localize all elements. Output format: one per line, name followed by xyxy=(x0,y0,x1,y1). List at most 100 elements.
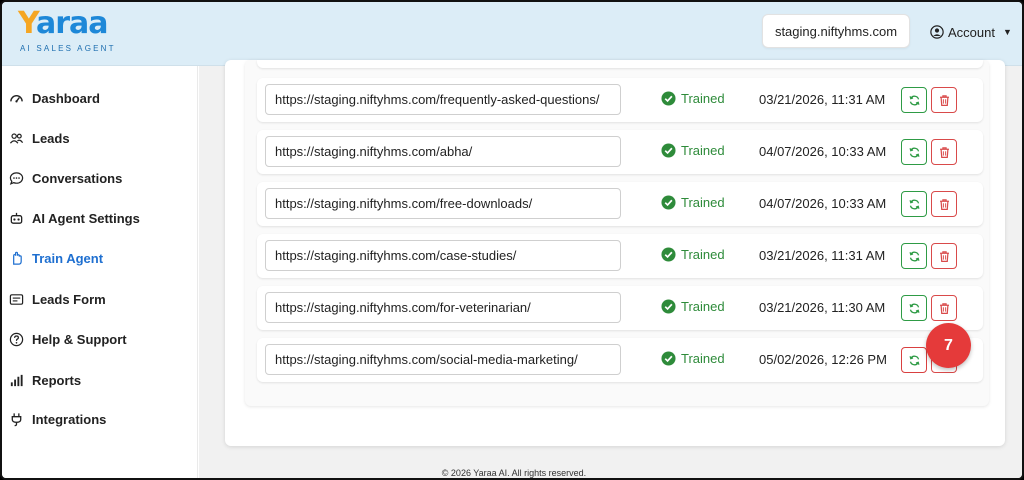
sidebar-item-integrations[interactable]: Integrations xyxy=(8,408,106,430)
retrain-button[interactable] xyxy=(901,87,927,113)
status-label: Trained xyxy=(681,247,725,262)
retrain-button[interactable] xyxy=(901,139,927,165)
sidebar-item-leads-form[interactable]: Leads Form xyxy=(8,288,106,310)
sidebar-item-label: Integrations xyxy=(32,411,107,427)
logo-wordmark: Yaraa xyxy=(18,6,109,41)
sidebar-item-label: Conversations xyxy=(32,170,123,186)
page-url-field[interactable]: https://staging.niftyhms.com/case-studie… xyxy=(265,240,621,271)
check-circle-icon xyxy=(661,247,676,262)
users-icon xyxy=(8,130,24,146)
check-circle-icon xyxy=(661,195,676,210)
brand-logo[interactable]: Yaraa AI SALES AGENT xyxy=(16,4,126,60)
delete-button[interactable] xyxy=(931,87,957,113)
refresh-icon xyxy=(909,95,919,105)
sidebar-item-leads[interactable]: Leads xyxy=(8,127,70,149)
delete-button[interactable] xyxy=(931,139,957,165)
trained-date: 03/21/2026, 11:31 AM xyxy=(759,248,886,263)
logo-tagline: AI SALES AGENT xyxy=(20,44,116,53)
plug-icon xyxy=(8,411,24,427)
list-item: https://staging.niftyhms.com/for-veterin… xyxy=(257,286,983,330)
sidebar-item-ai-agent-settings[interactable]: AI Agent Settings xyxy=(8,207,140,229)
list-item: https://staging.niftyhms.com/free-downlo… xyxy=(257,182,983,226)
top-header: Yaraa AI SALES AGENT staging.niftyhms.co… xyxy=(2,2,1022,66)
status-label: Trained xyxy=(681,195,725,210)
sidebar: Dashboard Leads Conversations AI Agent S… xyxy=(2,66,198,478)
page-url-field[interactable]: https://staging.niftyhms.com/for-veterin… xyxy=(265,292,621,323)
domain-selector[interactable]: staging.niftyhms.com xyxy=(762,14,910,48)
dashboard-icon xyxy=(8,90,24,106)
list-item: https://staging.niftyhms.com/case-studie… xyxy=(257,234,983,278)
check-circle-icon xyxy=(661,143,676,158)
status-badge: Trained xyxy=(661,247,725,262)
status-label: Trained xyxy=(681,299,725,314)
caret-down-icon: ▼ xyxy=(1002,27,1012,37)
trash-icon xyxy=(939,302,949,314)
sidebar-item-label: Train Agent xyxy=(32,250,104,266)
list-item xyxy=(257,60,983,68)
retrain-button[interactable] xyxy=(901,347,927,373)
main-content: https://staging.niftyhms.com/frequently-… xyxy=(199,60,1022,478)
status-badge: Trained xyxy=(661,195,725,210)
refresh-icon xyxy=(909,303,919,313)
refresh-icon xyxy=(909,355,919,365)
train-agent-card: https://staging.niftyhms.com/frequently-… xyxy=(225,60,1005,446)
sidebar-item-label: Leads Form xyxy=(32,291,106,307)
retrain-button[interactable] xyxy=(901,295,927,321)
check-circle-icon xyxy=(661,351,676,366)
trash-icon xyxy=(939,198,949,210)
refresh-icon xyxy=(909,251,919,261)
delete-button[interactable] xyxy=(931,295,957,321)
sidebar-item-conversations[interactable]: Conversations xyxy=(8,167,122,189)
sidebar-item-label: Dashboard xyxy=(32,90,100,106)
delete-button[interactable] xyxy=(931,243,957,269)
status-badge: Trained xyxy=(661,351,725,366)
footer-copyright: © 2026 Yaraa AI. All rights reserved. xyxy=(441,468,587,478)
page-url-field[interactable]: https://staging.niftyhms.com/social-medi… xyxy=(265,344,621,375)
page-url-field[interactable]: https://staging.niftyhms.com/abha/ xyxy=(265,136,621,167)
status-badge: Trained xyxy=(661,143,725,158)
trained-date: 03/21/2026, 11:30 AM xyxy=(759,300,886,315)
status-label: Trained xyxy=(681,143,725,158)
sidebar-item-reports[interactable]: Reports xyxy=(8,369,81,391)
form-icon xyxy=(8,291,24,307)
account-menu[interactable]: Account ▼ xyxy=(930,22,1012,42)
sidebar-item-label: Help & Support xyxy=(32,331,127,347)
sidebar-item-label: Leads xyxy=(32,130,70,146)
page-url-field[interactable]: https://staging.niftyhms.com/frequently-… xyxy=(265,84,621,115)
status-badge: Trained xyxy=(661,299,725,314)
sidebar-item-train-agent[interactable]: Train Agent xyxy=(8,247,103,269)
trash-icon xyxy=(939,94,949,106)
sidebar-item-help-support[interactable]: Help & Support xyxy=(8,328,127,350)
trained-date: 03/21/2026, 11:31 AM xyxy=(759,92,886,107)
list-item: https://staging.niftyhms.com/frequently-… xyxy=(257,78,983,122)
trash-icon xyxy=(939,146,949,158)
trained-date: 05/02/2026, 12:26 PM xyxy=(759,352,887,367)
page-url-field[interactable]: https://staging.niftyhms.com/free-downlo… xyxy=(265,188,621,219)
robot-icon xyxy=(8,210,24,226)
list-item: https://staging.niftyhms.com/social-medi… xyxy=(257,338,983,382)
user-circle-icon xyxy=(930,25,944,39)
chat-icon xyxy=(8,170,24,186)
trained-date: 04/07/2026, 10:33 AM xyxy=(759,144,887,159)
refresh-icon xyxy=(909,147,919,157)
check-circle-icon xyxy=(661,299,676,314)
account-label: Account xyxy=(948,24,995,40)
bar-chart-icon xyxy=(8,372,24,388)
retrain-button[interactable] xyxy=(901,191,927,217)
sidebar-item-label: AI Agent Settings xyxy=(32,210,140,226)
list-item: https://staging.niftyhms.com/abha/ Train… xyxy=(257,130,983,174)
sidebar-item-dashboard[interactable]: Dashboard xyxy=(8,87,100,109)
step-marker: 7 xyxy=(926,323,971,368)
app-window: Yaraa AI SALES AGENT staging.niftyhms.co… xyxy=(0,0,1024,480)
trash-icon xyxy=(939,250,949,262)
status-label: Trained xyxy=(681,91,725,106)
status-label: Trained xyxy=(681,351,725,366)
trained-date: 04/07/2026, 10:33 AM xyxy=(759,196,887,211)
status-badge: Trained xyxy=(661,91,725,106)
delete-button[interactable] xyxy=(931,191,957,217)
sidebar-item-label: Reports xyxy=(32,372,82,388)
check-circle-icon xyxy=(661,91,676,106)
question-icon xyxy=(8,331,24,347)
hand-icon xyxy=(8,250,24,266)
retrain-button[interactable] xyxy=(901,243,927,269)
